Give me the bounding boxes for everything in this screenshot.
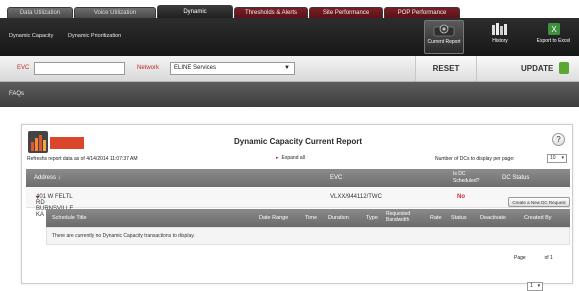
tab-thresholds-alerts[interactable]: Thresholds & Alerts [234, 7, 308, 18]
refresh-timestamp: Refreshs report data as of 4/14/2014 11:… [27, 156, 138, 162]
col-deactivate: Deactivate [480, 215, 506, 221]
per-page-select[interactable]: 10 ▾ [547, 154, 567, 163]
report-table-header: Address ↓ EVC Is DC Scheduled? DC Status [26, 169, 570, 187]
row-scheduled: No [457, 194, 465, 200]
network-select-value: ELINE Services [174, 65, 217, 71]
chevron-down-icon: ▾ [561, 155, 564, 161]
col-date-range: Date Range [259, 215, 289, 221]
network-label: Network [137, 65, 160, 71]
tab-site-performance[interactable]: Site Performance [309, 7, 383, 18]
tab-data-utilization[interactable]: Data Utilization [7, 7, 73, 18]
row-evc: VLXX/944112/TWC [330, 194, 382, 200]
link-dynamic-capacity[interactable]: Dynamic Capacity [9, 33, 53, 39]
update-label: UPDATE [521, 64, 554, 73]
page-prefix: Page [514, 254, 526, 261]
history-icon [492, 23, 507, 35]
current-report-button[interactable]: Current Report [424, 20, 464, 54]
dynamic-capacity-logo [28, 131, 86, 153]
col-requested-bandwidth: Requested Bandwidth [386, 211, 411, 223]
table-row[interactable]: ▾401 W FELTL RD BURNSVILLE KA VLXX/94411… [26, 187, 570, 218]
create-dc-request-button[interactable]: Create a New DC Request [508, 197, 570, 207]
report-panel: Dynamic Capacity Current Report ? Refres… [21, 124, 573, 291]
excel-icon: X [547, 23, 560, 35]
sub-toolbar: Dynamic Capacity Dynamic Prioritization … [0, 18, 579, 56]
faqs-link[interactable]: FAQs [9, 91, 24, 97]
filter-bar: EVC Network ELINE Services ▼ RESET UPDAT… [0, 56, 579, 82]
help-icon[interactable]: ? [552, 133, 565, 146]
col-is-dc-scheduled: Is DC Scheduled? [453, 171, 480, 184]
page-select-value: 1 [530, 283, 533, 289]
col-address[interactable]: Address ↓ [34, 175, 61, 181]
col-schedule-title: Schedule Title [52, 215, 87, 221]
pagination: Page 1 ▾ of 1 [514, 253, 553, 291]
faq-bar: FAQs [0, 82, 579, 107]
page-suffix: of 1 [544, 254, 553, 261]
tab-voice-utilization[interactable]: Voice Utilization [74, 7, 156, 18]
col-dc-status: DC Status [502, 175, 530, 181]
col-rate: Rate [430, 215, 442, 221]
col-created-by: Created By [524, 215, 552, 221]
expand-all-link[interactable]: ▸ Expand all [276, 155, 305, 161]
tab-dynamic[interactable]: Dynamic [157, 5, 233, 18]
col-duration: Duration [328, 215, 349, 221]
per-page-value: 10 [550, 155, 556, 161]
current-report-label: Current Report [427, 39, 461, 45]
empty-message: There are currently no Dynamic Capacity … [46, 227, 570, 245]
link-dynamic-prioritization[interactable]: Dynamic Prioritization [68, 33, 121, 39]
export-excel-button[interactable]: X Export to Excel [528, 20, 579, 54]
history-label: History [492, 38, 508, 44]
evc-input[interactable] [34, 62, 125, 75]
page-select[interactable]: 1 ▾ [527, 282, 544, 291]
evc-label: EVC [17, 65, 30, 71]
col-time: Time [305, 215, 318, 221]
col-type: Type [366, 215, 378, 221]
report-title: Dynamic Capacity Current Report [234, 137, 363, 146]
history-button[interactable]: History [484, 20, 516, 54]
update-button[interactable]: UPDATE [477, 56, 579, 81]
network-select[interactable]: ELINE Services ▼ [170, 62, 295, 75]
report-icon [433, 24, 455, 37]
tab-pop-performance[interactable]: POP Performance [384, 7, 460, 18]
export-excel-label: Export to Excel [536, 38, 571, 44]
go-arrow-icon [559, 62, 569, 74]
expand-arrow-icon: ▸ [276, 155, 279, 161]
svg-text:X: X [551, 25, 557, 34]
per-page-label: Number of DCs to display per page: [435, 156, 515, 162]
col-status: Status [451, 215, 467, 221]
tab-strip: Data Utilization Voice Utilization Dynam… [0, 0, 579, 18]
chevron-down-icon: ▾ [537, 283, 541, 289]
expand-all-label: Expand all [281, 155, 305, 161]
chevron-down-icon: ▼ [284, 65, 290, 71]
col-evc: EVC [330, 175, 343, 181]
reset-button[interactable]: RESET [415, 56, 477, 81]
schedule-table-header: Schedule Title Date Range Time Duration … [46, 209, 570, 227]
